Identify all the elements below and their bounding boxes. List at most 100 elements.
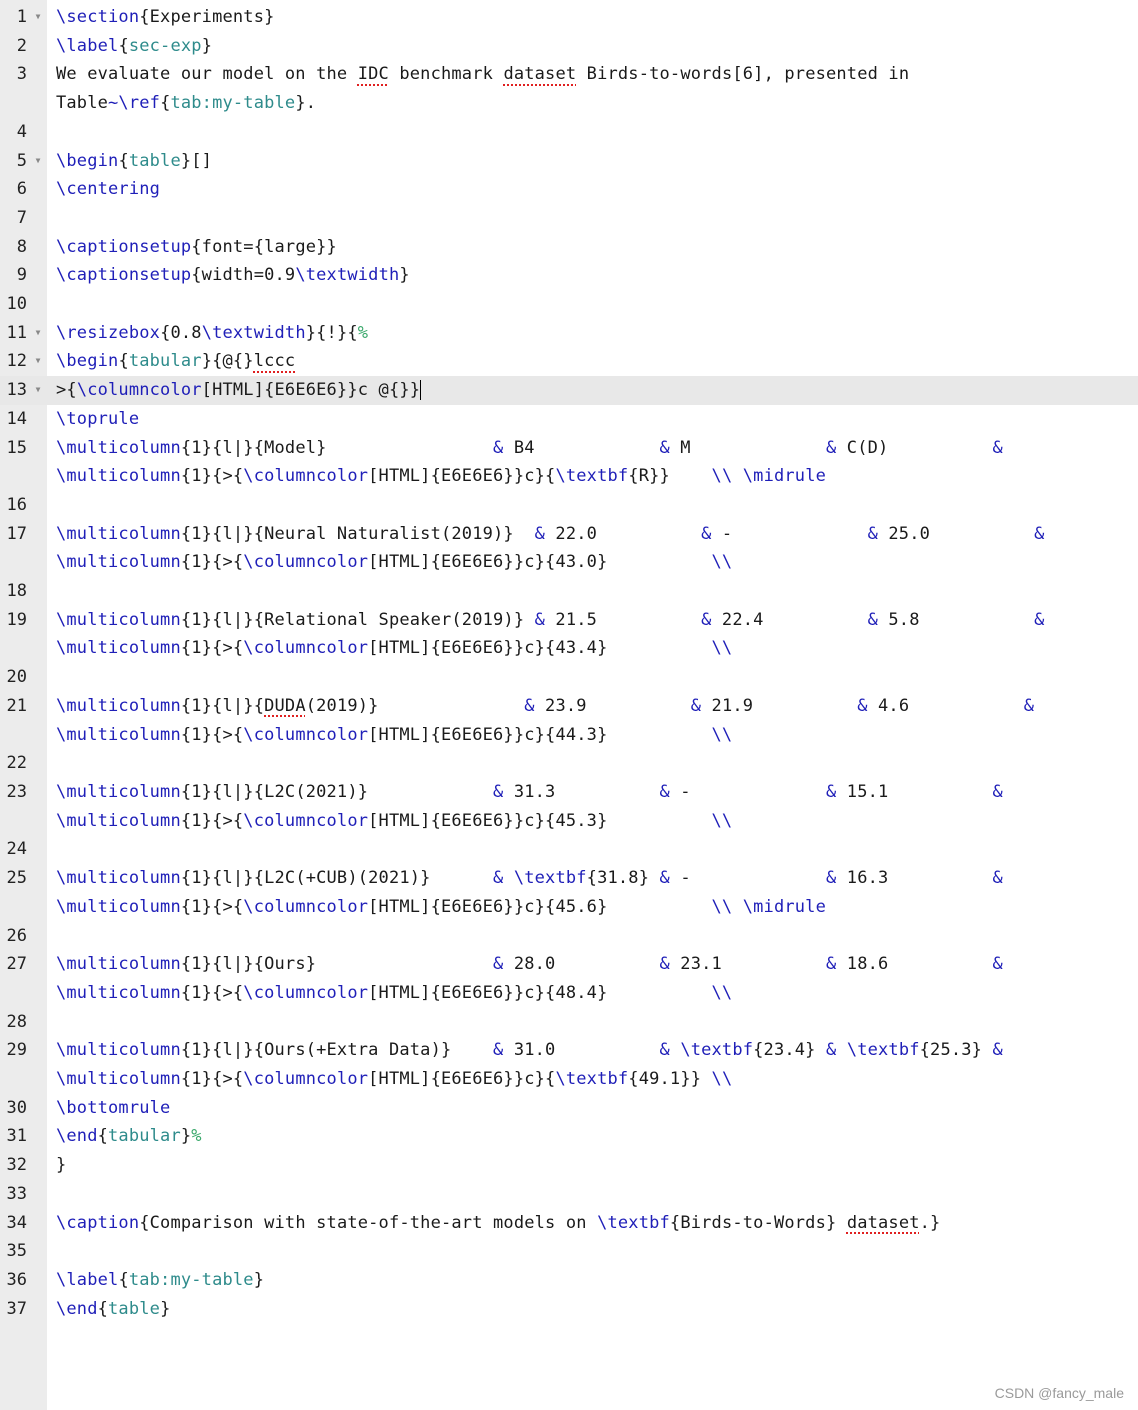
code-text: 22.0: [545, 523, 702, 544]
code-lines[interactable]: 1 ▼ \section{Experiments} 2 \label{sec-exp} 3…: [0, 3, 1138, 1323]
code-line[interactable]: 9 \captionsetup{width=0.9\textwidth}: [0, 261, 1138, 290]
code-row[interactable]: ​: [56, 1237, 1136, 1266]
code-row[interactable]: \multicolumn{1}{l|}{Model} & B4 & M & C(…: [56, 434, 1136, 463]
code-line[interactable]: 14 \toprule: [0, 405, 1138, 434]
code-row[interactable]: \bottomrule: [56, 1094, 1136, 1123]
code-row[interactable]: \section{Experiments}: [56, 3, 1136, 32]
code-line[interactable]: 19 \multicolumn{1}{l|}{Relational Speaker…: [0, 606, 1138, 663]
fold-arrow-icon[interactable]: ▼: [33, 319, 43, 348]
code-row[interactable]: >{\columncolor[HTML]{E6E6E6}}c @{}}: [56, 376, 1136, 405]
code-row[interactable]: ​: [56, 1180, 1136, 1209]
code-line[interactable]: 1 ▼ \section{Experiments}: [0, 3, 1138, 32]
code-row[interactable]: \caption{Comparison with state-of-the-ar…: [56, 1209, 1136, 1238]
code-line[interactable]: 33 ​: [0, 1180, 1138, 1209]
code-line[interactable]: 6 \centering: [0, 175, 1138, 204]
code-line[interactable]: 24 ​: [0, 835, 1138, 864]
code-row[interactable]: }: [56, 1151, 1136, 1180]
code-line[interactable]: 25 \multicolumn{1}{l|}{L2C(+CUB)(2021)} &…: [0, 864, 1138, 921]
code-row[interactable]: \multicolumn{1}{l|}{L2C(2021)} & 31.3 & …: [56, 778, 1136, 807]
code-row[interactable]: \begin{tabular}{@{}lccc: [56, 347, 1136, 376]
code-line[interactable]: 7​: [0, 204, 1138, 233]
code-row[interactable]: \toprule: [56, 405, 1136, 434]
code-row[interactable]: \begin{table}[]: [56, 147, 1136, 176]
code-line[interactable]: 12 ▼ \begin{tabular}{@{}lccc: [0, 347, 1138, 376]
code-row[interactable]: \multicolumn{1}{>{\columncolor[HTML]{E6E…: [56, 1065, 1136, 1094]
code-line[interactable]: 28 ​: [0, 1008, 1138, 1037]
code-line[interactable]: 4​: [0, 118, 1138, 147]
code-row[interactable]: \multicolumn{1}{l|}{DUDA(2019)} & 23.9 &…: [56, 692, 1136, 721]
code-row[interactable]: ​: [56, 118, 1136, 147]
code-row[interactable]: \end{table}: [56, 1295, 1136, 1324]
code-row[interactable]: ​: [56, 491, 1136, 520]
code-line[interactable]: 23 \multicolumn{1}{l|}{L2C(2021)} & 31.3 …: [0, 778, 1138, 835]
code-line[interactable]: 2 \label{sec-exp}: [0, 32, 1138, 61]
code-line[interactable]: 36 \label{tab:my-table}: [0, 1266, 1138, 1295]
code-line[interactable]: 17 \multicolumn{1}{l|}{Neural Naturalist(…: [0, 520, 1138, 577]
code-row[interactable]: \multicolumn{1}{>{\columncolor[HTML]{E6E…: [56, 462, 1136, 491]
code-line[interactable]: 22 ​: [0, 749, 1138, 778]
fold-arrow-icon[interactable]: ▼: [33, 147, 43, 176]
code-line[interactable]: 16 ​: [0, 491, 1138, 520]
command-argument: tabular: [108, 1126, 181, 1147]
code-row[interactable]: \captionsetup{width=0.9\textwidth}: [56, 261, 1136, 290]
code-line[interactable]: 3 We evaluate our model on the IDC benchm…: [0, 60, 1138, 117]
code-row[interactable]: \multicolumn{1}{l|}{Ours(+Extra Data)} &…: [56, 1036, 1136, 1065]
code-row[interactable]: ​: [56, 835, 1136, 864]
line-number: 6: [16, 179, 27, 200]
code-row[interactable]: \multicolumn{1}{>{\columncolor[HTML]{E6E…: [56, 807, 1136, 836]
code-line[interactable]: 10 ​: [0, 290, 1138, 319]
code-line[interactable]: 20 ​: [0, 663, 1138, 692]
code-line[interactable]: 30 \bottomrule: [0, 1094, 1138, 1123]
code-text: {1}{l|}{L2C(2021)}: [180, 781, 494, 802]
code-line[interactable]: 5 ▼ \begin{table}[]: [0, 147, 1138, 176]
code-row[interactable]: \multicolumn{1}{l|}{Relational Speaker(2…: [56, 606, 1136, 635]
code-row[interactable]: \centering: [56, 175, 1136, 204]
code-row[interactable]: \resizebox{0.8\textwidth}{!}{%: [56, 319, 1136, 348]
code-line[interactable]: 26 ​: [0, 922, 1138, 951]
fold-arrow-icon[interactable]: ▼: [33, 347, 43, 376]
code-row[interactable]: We evaluate our model on the IDC benchma…: [56, 60, 1136, 89]
latex-command: \\: [711, 1069, 733, 1090]
code-row[interactable]: ​: [56, 749, 1136, 778]
code-row[interactable]: \multicolumn{1}{l|}{Ours} & 28.0 & 23.1 …: [56, 950, 1136, 979]
code-line[interactable]: 35 ​: [0, 1237, 1138, 1266]
code-row[interactable]: Table~\ref{tab:my-table}.: [56, 89, 1136, 118]
code-row[interactable]: \multicolumn{1}{l|}{Neural Naturalist(20…: [56, 520, 1136, 549]
code-row[interactable]: \label{tab:my-table}: [56, 1266, 1136, 1295]
code-row[interactable]: \end{tabular}%: [56, 1122, 1136, 1151]
code-row[interactable]: \multicolumn{1}{>{\columncolor[HTML]{E6E…: [56, 721, 1136, 750]
code-row[interactable]: \multicolumn{1}{>{\columncolor[HTML]{E6E…: [56, 548, 1136, 577]
code-row[interactable]: ​: [56, 290, 1136, 319]
code-line[interactable]: 27 \multicolumn{1}{l|}{Ours} & 28.0 & 23.…: [0, 950, 1138, 1007]
code-text: 31.0: [503, 1040, 660, 1061]
code-line[interactable]: 29 \multicolumn{1}{l|}{Ours(+Extra Data)}…: [0, 1036, 1138, 1093]
code-row[interactable]: \multicolumn{1}{>{\columncolor[HTML]{E6E…: [56, 634, 1136, 663]
code-line[interactable]: 15 \multicolumn{1}{l|}{Model} & B4 & M & …: [0, 434, 1138, 491]
code-row[interactable]: ​: [56, 663, 1136, 692]
line-number: 14: [6, 408, 27, 429]
code-line[interactable]: 31 \end{tabular}%: [0, 1122, 1138, 1151]
code-line[interactable]: 37 \end{table}: [0, 1295, 1138, 1324]
code-row[interactable]: ​: [56, 204, 1136, 233]
code-line[interactable]: 8 \captionsetup{font={large}}: [0, 233, 1138, 262]
code-line[interactable]: 32}: [0, 1151, 1138, 1180]
code-row[interactable]: ​: [56, 577, 1136, 606]
code-row[interactable]: ​: [56, 922, 1136, 951]
fold-arrow-icon[interactable]: ▼: [33, 376, 43, 405]
code-editor[interactable]: 1 ▼ \section{Experiments} 2 \label{sec-exp} 3…: [0, 0, 1138, 1410]
code-row[interactable]: \multicolumn{1}{>{\columncolor[HTML]{E6E…: [56, 979, 1136, 1008]
code-row[interactable]: \captionsetup{font={large}}: [56, 233, 1136, 262]
code-row[interactable]: \multicolumn{1}{>{\columncolor[HTML]{E6E…: [56, 893, 1136, 922]
code-line[interactable]: 21 \multicolumn{1}{l|}{DUDA(2019)} & 23.9…: [0, 692, 1138, 749]
code-text: {1}{>{: [180, 552, 244, 573]
code-line[interactable]: 18 ​: [0, 577, 1138, 606]
code-row[interactable]: \multicolumn{1}{l|}{L2C(+CUB)(2021)} & \…: [56, 864, 1136, 893]
code-row[interactable]: ​: [56, 1008, 1136, 1037]
fold-arrow-icon[interactable]: ▼: [33, 3, 43, 32]
code-line[interactable]: 13 ▼ >{\columncolor[HTML]{E6E6E6}}c @{}}: [0, 376, 1138, 405]
latex-command: \\ \midrule: [711, 466, 827, 487]
code-line[interactable]: 34 \caption{Comparison with state-of-the-…: [0, 1209, 1138, 1238]
code-row[interactable]: \label{sec-exp}: [56, 32, 1136, 61]
code-line[interactable]: 11 ▼ \resizebox{0.8\textwidth}{!}{%: [0, 319, 1138, 348]
latex-command: \textbf: [555, 1069, 629, 1090]
